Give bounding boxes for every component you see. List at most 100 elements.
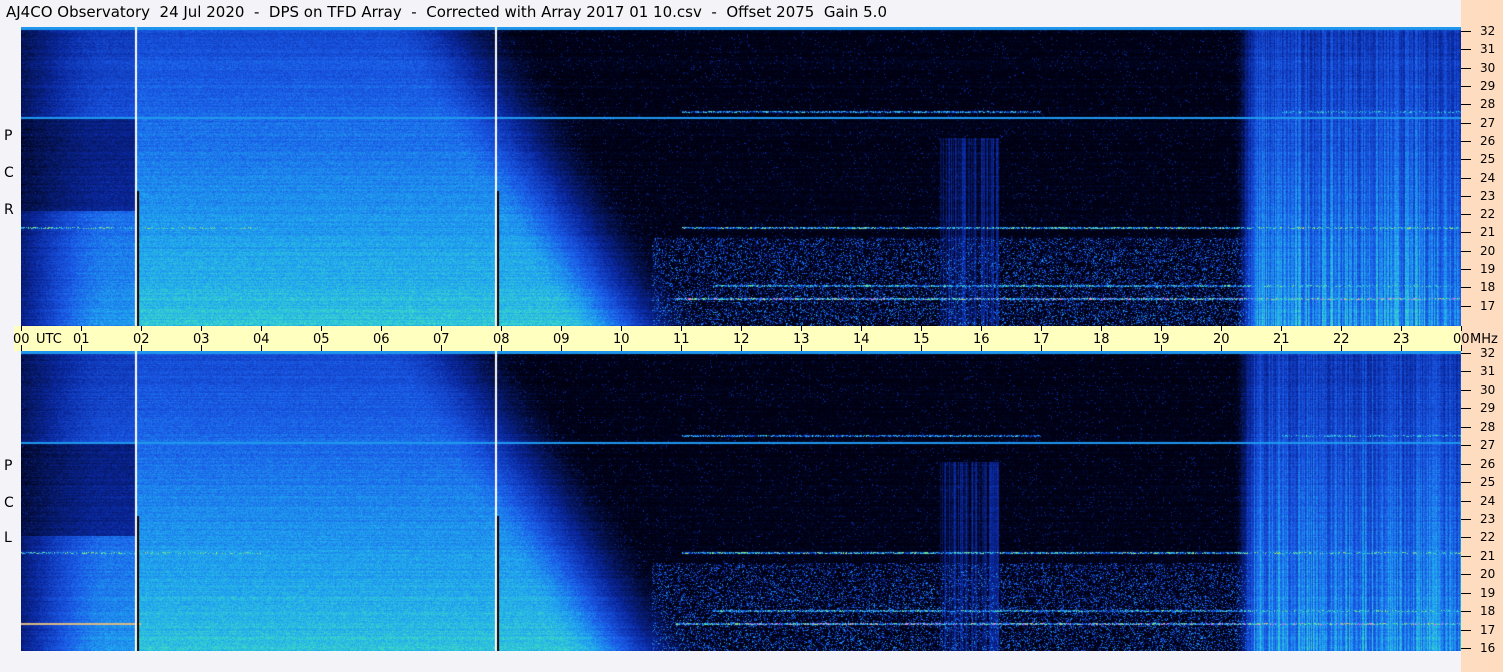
time-tick-label: 09 <box>553 332 570 347</box>
freq-tick-label-bottom: 16 <box>1480 641 1496 655</box>
freq-tick <box>1461 123 1471 124</box>
freq-tick <box>1461 49 1471 50</box>
freq-tick-label-top: 23 <box>1480 189 1496 203</box>
time-tick <box>1221 326 1222 331</box>
freq-tick-label-top: 25 <box>1480 152 1496 166</box>
freq-tick <box>1461 251 1471 252</box>
time-tick <box>441 326 442 331</box>
lcp-letter: L <box>4 530 12 546</box>
time-tick-label: 15 <box>913 332 930 347</box>
freq-tick <box>1461 31 1471 32</box>
freq-tick <box>1461 574 1471 575</box>
time-tick <box>141 326 142 331</box>
time-tick-label: 18 <box>1093 332 1110 347</box>
freq-tick <box>1461 427 1471 428</box>
freq-tick <box>1461 556 1471 557</box>
utc-label: UTC <box>36 332 62 347</box>
freq-tick <box>1461 390 1471 391</box>
time-tick <box>1461 326 1462 331</box>
lcp-spectrogram <box>21 351 1461 651</box>
time-tick <box>321 326 322 331</box>
freq-tick-label-bottom: 21 <box>1480 549 1496 563</box>
time-tick <box>861 326 862 331</box>
freq-tick-label-bottom: 30 <box>1480 383 1496 397</box>
freq-tick-label-bottom: 32 <box>1480 346 1496 360</box>
time-tick <box>21 326 22 331</box>
rcp-letter: R <box>4 202 14 218</box>
freq-tick-label-bottom: 19 <box>1480 586 1496 600</box>
freq-tick-label-bottom: 22 <box>1480 530 1496 544</box>
freq-tick-label-bottom: 25 <box>1480 475 1496 489</box>
freq-tick <box>1461 445 1471 446</box>
time-tick-label: 23 <box>1393 332 1410 347</box>
time-tick <box>801 326 802 331</box>
time-tick-label: 07 <box>433 332 450 347</box>
time-tick-label: 14 <box>853 332 870 347</box>
freq-tick <box>1461 86 1471 87</box>
freq-tick-label-bottom: 20 <box>1480 567 1496 581</box>
time-tick-label: 20 <box>1213 332 1230 347</box>
time-tick-label: 11 <box>673 332 690 347</box>
freq-tick <box>1461 196 1471 197</box>
time-tick-label: 19 <box>1153 332 1170 347</box>
time-tick-label: 13 <box>793 332 810 347</box>
freq-tick-label-top: 22 <box>1480 207 1496 221</box>
time-tick-label: 06 <box>373 332 390 347</box>
chart-title: AJ4CO Observatory 24 Jul 2020 - DPS on T… <box>6 3 887 21</box>
time-tick-label: 10 <box>613 332 630 347</box>
time-tick-label: 22 <box>1333 332 1350 347</box>
freq-tick <box>1461 593 1471 594</box>
time-tick-label: 02 <box>133 332 150 347</box>
freq-tick-label-top: 21 <box>1480 225 1496 239</box>
freq-tick-label-top: 28 <box>1480 97 1496 111</box>
freq-tick <box>1461 141 1471 142</box>
time-tick <box>741 326 742 331</box>
freq-tick <box>1461 269 1471 270</box>
time-tick <box>261 326 262 331</box>
time-tick-label: 08 <box>493 332 510 347</box>
rcp-spectrogram <box>21 27 1461 326</box>
freq-tick <box>1461 159 1471 160</box>
freq-tick-label-bottom: 31 <box>1480 364 1496 378</box>
freq-tick-label-bottom: 17 <box>1480 623 1496 637</box>
freq-tick <box>1461 214 1471 215</box>
freq-tick <box>1461 519 1471 520</box>
freq-tick-label-bottom: 29 <box>1480 401 1496 415</box>
freq-tick <box>1461 306 1471 307</box>
time-tick <box>921 326 922 331</box>
freq-tick <box>1461 104 1471 105</box>
time-tick <box>1401 326 1402 331</box>
freq-tick <box>1461 630 1471 631</box>
freq-tick-label-top: 30 <box>1480 61 1496 75</box>
time-tick-label: 17 <box>1033 332 1050 347</box>
freq-tick-label-top: 26 <box>1480 134 1496 148</box>
freq-tick-label-top: 27 <box>1480 116 1496 130</box>
freq-tick <box>1461 232 1471 233</box>
mhz-label: MHz <box>1470 332 1498 347</box>
freq-tick <box>1461 371 1471 372</box>
time-tick-label: 03 <box>193 332 210 347</box>
freq-tick <box>1461 482 1471 483</box>
lcp-letter: C <box>4 495 14 511</box>
freq-tick <box>1461 648 1471 649</box>
time-tick <box>1101 326 1102 331</box>
time-tick-label: 16 <box>973 332 990 347</box>
time-tick <box>1281 326 1282 331</box>
freq-tick-label-bottom: 23 <box>1480 512 1496 526</box>
freq-tick <box>1461 464 1471 465</box>
time-tick <box>1161 326 1162 331</box>
freq-tick-label-top: 31 <box>1480 42 1496 56</box>
freq-tick <box>1461 537 1471 538</box>
freq-tick-label-top: 20 <box>1480 244 1496 258</box>
rcp-letter: C <box>4 165 14 181</box>
time-tick <box>621 326 622 331</box>
freq-tick-label-bottom: 28 <box>1480 420 1496 434</box>
freq-tick-label-bottom: 27 <box>1480 438 1496 452</box>
time-tick <box>381 326 382 331</box>
time-tick-label: 04 <box>253 332 270 347</box>
time-tick <box>81 326 82 331</box>
time-tick <box>1041 326 1042 331</box>
freq-tick <box>1461 287 1471 288</box>
time-tick-label: 00 <box>1453 332 1470 347</box>
freq-tick-label-bottom: 18 <box>1480 604 1496 618</box>
